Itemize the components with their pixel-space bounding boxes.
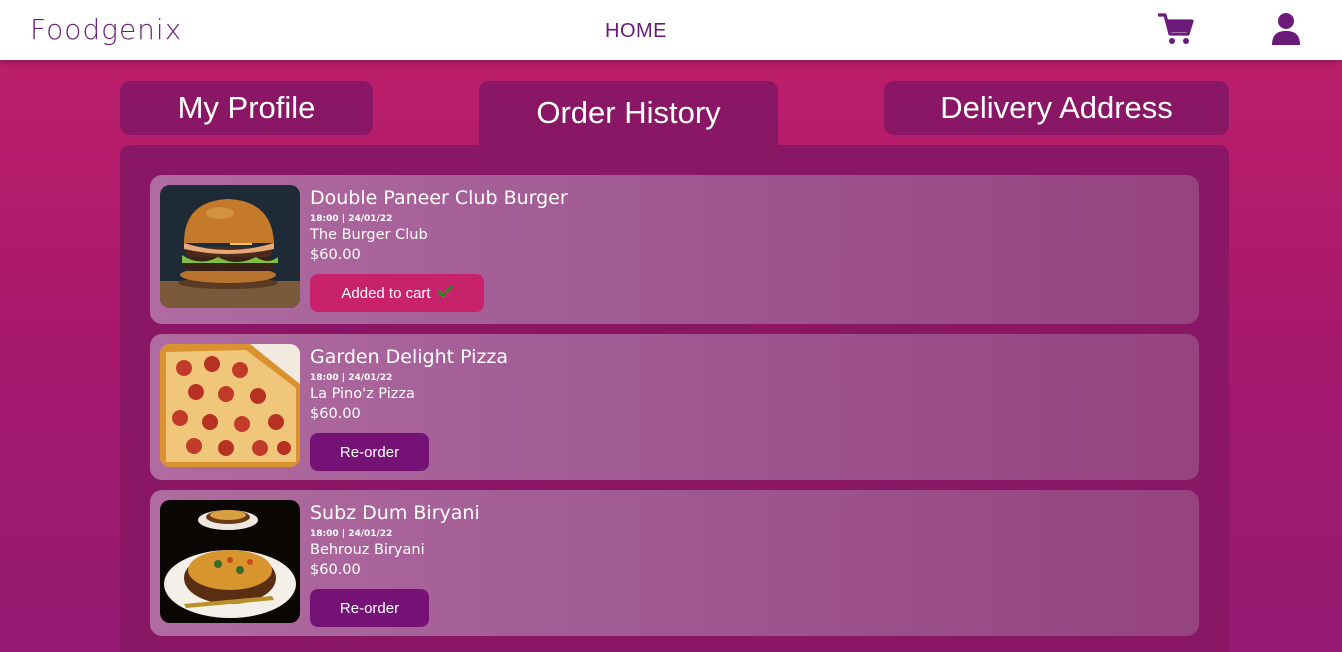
order-card: Double Paneer Club Burger 18:00 | 24/01/…	[150, 175, 1199, 324]
item-name: Double Paneer Club Burger	[310, 187, 568, 209]
order-card: Subz Dum Biryani 18:00 | 24/01/22 Behrou…	[150, 490, 1199, 636]
order-time: 18:00 | 24/01/22	[310, 214, 393, 224]
pizza-image	[160, 344, 300, 467]
brand-logo[interactable]: Foodgenix	[30, 13, 182, 46]
item-name: Subz Dum Biryani	[310, 502, 480, 524]
item-price: $60.00	[310, 406, 361, 422]
re-order-button[interactable]: Re-order	[310, 589, 429, 627]
item-price: $60.00	[310, 562, 361, 578]
tab-my-profile[interactable]: My Profile	[120, 81, 373, 135]
restaurant-name: The Burger Club	[310, 227, 428, 243]
order-time: 18:00 | 24/01/22	[310, 529, 393, 539]
item-price: $60.00	[310, 247, 361, 263]
added-to-cart-label: Added to cart	[341, 284, 431, 302]
tab-order-history[interactable]: Order History	[479, 81, 778, 151]
re-order-button[interactable]: Re-order	[310, 433, 429, 471]
burger-image	[160, 185, 300, 308]
cart-icon[interactable]	[1157, 12, 1194, 50]
biryani-image	[160, 500, 300, 623]
item-name: Garden Delight Pizza	[310, 346, 509, 368]
order-time: 18:00 | 24/01/22	[310, 373, 393, 383]
order-card: Garden Delight Pizza 18:00 | 24/01/22 La…	[150, 334, 1199, 480]
nav-home-link[interactable]: HOME	[605, 20, 667, 43]
restaurant-name: La Pino'z Pizza	[310, 386, 415, 402]
restaurant-name: Behrouz Biryani	[310, 542, 425, 558]
added-to-cart-button[interactable]: Added to cart	[310, 274, 484, 312]
tab-delivery-address[interactable]: Delivery Address	[884, 81, 1229, 135]
user-profile-icon[interactable]	[1270, 12, 1302, 50]
top-navbar: Foodgenix HOME	[0, 0, 1342, 60]
check-icon	[436, 284, 453, 302]
